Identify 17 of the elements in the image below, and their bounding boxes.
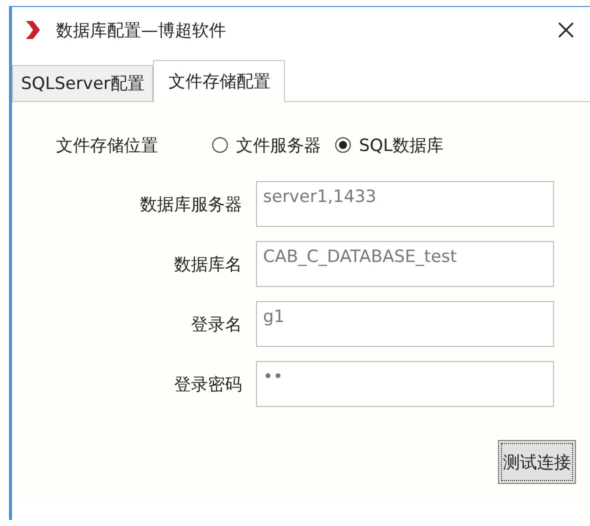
tab[interactable]: 文件存储配置 [153, 60, 286, 102]
field-label: 登录密码 [173, 374, 243, 396]
input-field[interactable]: g1 [256, 301, 554, 347]
field-label: 登录名 [190, 314, 243, 336]
logo-icon [24, 20, 42, 40]
input-field[interactable]: CAB_C_DATABASE_test [256, 241, 554, 287]
field-label: 数据库服务器 [139, 194, 243, 216]
tab[interactable]: SQLServer配置 [12, 65, 154, 101]
field-label: 文件存储位置 [56, 134, 159, 156]
test-connection-button[interactable]: 测试连接 [498, 440, 576, 484]
field-label: 数据库名 [173, 254, 243, 276]
input-field[interactable]: •• [256, 361, 554, 407]
radio-option[interactable]: 文件服务器 [212, 134, 321, 156]
radio-option[interactable]: SQL数据库 [335, 134, 444, 156]
input-field[interactable]: server1,1433 [256, 181, 554, 227]
close-icon[interactable] [556, 20, 576, 40]
window-title: 数据库配置—博超软件 [56, 20, 227, 42]
